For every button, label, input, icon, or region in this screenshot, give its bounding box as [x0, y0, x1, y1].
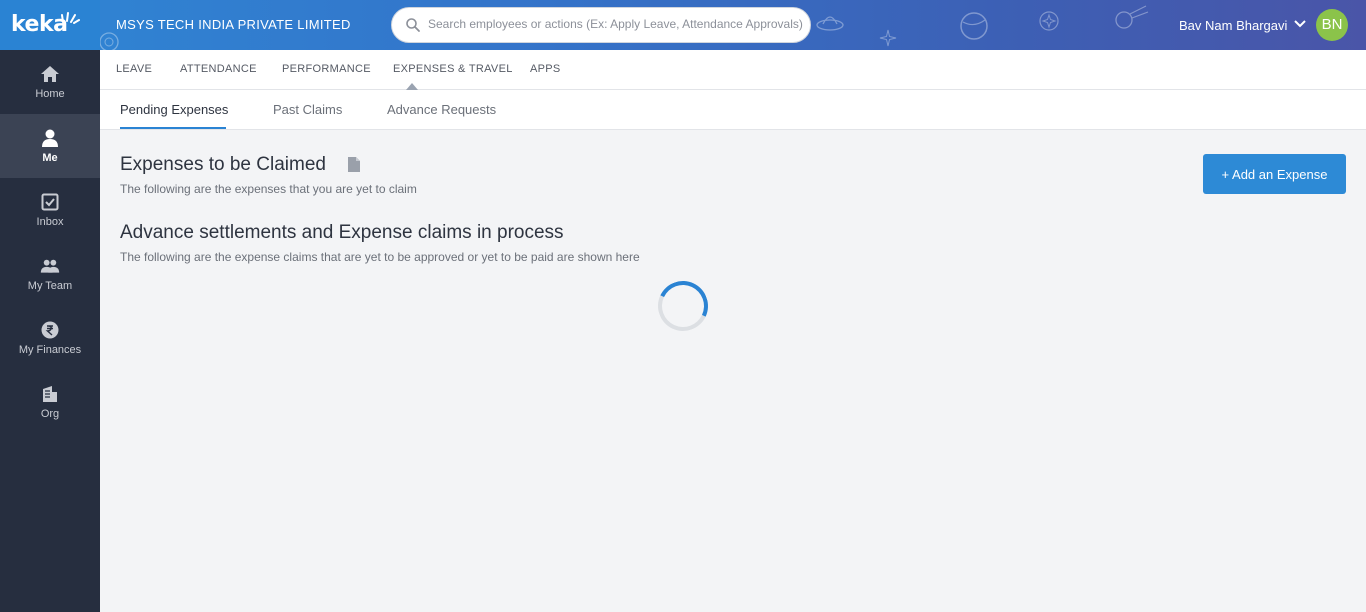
tab-advance-requests[interactable]: Advance Requests [387, 102, 496, 117]
sidebar-item-inbox[interactable]: Inbox [0, 178, 100, 242]
sparkle-doodle-icon [879, 29, 897, 47]
chevron-down-icon[interactable] [1293, 17, 1307, 31]
main-nav: LEAVE ATTENDANCE PERFORMANCE EXPENSES & … [100, 50, 1366, 90]
sidebar-item-label: Home [35, 88, 65, 100]
search-input[interactable] [428, 17, 803, 31]
star-doodle-icon [1039, 11, 1059, 31]
global-search[interactable] [391, 7, 811, 43]
sub-tabs: Pending Expenses Past Claims Advance Req… [100, 90, 1366, 130]
sidebar-item-label: My Finances [18, 344, 82, 356]
home-icon [41, 66, 59, 82]
ufo-doodle-icon [816, 16, 844, 31]
sidebar-item-label: Me [42, 152, 58, 164]
company-name[interactable]: MSYS TECH INDIA PRIVATE LIMITED [116, 17, 351, 32]
search-icon [406, 18, 420, 32]
building-icon [43, 386, 57, 402]
sidebar-item-org[interactable]: Org [0, 370, 100, 434]
sidebar-item-me[interactable]: Me [0, 114, 100, 178]
logo[interactable]: keka [0, 0, 100, 50]
user-name[interactable]: Bav Nam Bhargavi [1179, 18, 1287, 33]
sidebar-item-label: My Team [27, 280, 73, 292]
loading-spinner [650, 273, 716, 339]
active-nav-caret [406, 83, 418, 90]
sidebar-item-home[interactable]: Home [0, 50, 100, 114]
sidebar-item-label: Inbox [36, 216, 64, 228]
person-icon [42, 129, 58, 147]
tab-past-claims[interactable]: Past Claims [273, 102, 342, 117]
add-expense-button[interactable]: + Add an Expense [1203, 154, 1346, 194]
nav-performance[interactable]: PERFORMANCE [282, 63, 371, 75]
nav-expenses-travel[interactable]: EXPENSES & TRAVEL [393, 63, 513, 75]
sidebar-item-my-finances[interactable]: My Finances [0, 306, 100, 370]
planet-doodle-icon [960, 12, 988, 40]
section-title-claims-in-process: Advance settlements and Expense claims i… [120, 222, 564, 243]
sidebar-item-my-team[interactable]: My Team [0, 242, 100, 306]
nav-leave[interactable]: LEAVE [116, 63, 152, 75]
rupee-icon [41, 321, 59, 339]
nav-attendance[interactable]: ATTENDANCE [180, 63, 257, 75]
tab-pending-expenses[interactable]: Pending Expenses [120, 102, 228, 117]
top-header: keka MSYS TECH INDIA PRIVATE LIMITED Bav… [0, 0, 1366, 50]
inbox-check-icon [41, 193, 59, 211]
section-subtitle-claims-in-process: The following are the expense claims tha… [120, 250, 640, 264]
section-title-expenses-to-claim: Expenses to be Claimed [120, 154, 326, 175]
active-tab-underline [120, 127, 226, 129]
logo-rays-icon [61, 12, 80, 24]
sidebar: Home Me Inbox My Team My Finances Org [0, 50, 100, 612]
sidebar-item-label: Org [40, 408, 60, 420]
avatar[interactable]: BN [1316, 9, 1348, 41]
team-icon [40, 259, 60, 273]
nav-apps[interactable]: APPS [530, 63, 561, 75]
comet-doodle-icon [1115, 5, 1149, 29]
document-icon[interactable] [347, 156, 361, 173]
logo-text: keka [11, 12, 68, 37]
section-subtitle-expenses-to-claim: The following are the expenses that you … [120, 182, 417, 196]
